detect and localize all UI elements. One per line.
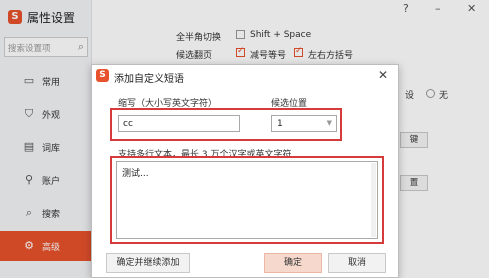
phrase-textarea[interactable]: 测试... [116,161,378,239]
dialog-header: S 添加自定义短语 ✕ [92,65,398,87]
chevron-down-icon[interactable]: ▼ [327,119,332,127]
confirm-and-continue-button[interactable]: 确定并继续添加 [106,253,190,273]
add-phrase-dialog: S 添加自定义短语 ✕ 缩写（大小写英文字符） 候选位置 1 ▼ 支持多行文本，… [91,64,399,278]
abbreviation-input[interactable] [118,115,240,132]
ok-button[interactable]: 确定 [264,253,322,273]
close-icon[interactable]: ✕ [378,68,388,82]
position-select[interactable]: 1 ▼ [271,115,337,132]
position-value: 1 [277,119,283,129]
dialog-title: 添加自定义短语 [114,74,184,85]
cancel-button[interactable]: 取消 [328,253,386,273]
textarea-scrollbar[interactable] [371,163,376,237]
phrase-text-content: 测试... [122,169,149,179]
app-logo-icon: S [96,69,109,82]
